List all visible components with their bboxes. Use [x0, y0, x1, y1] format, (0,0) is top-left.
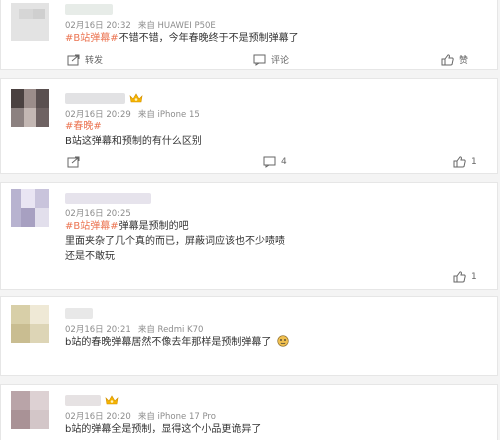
comment-text: #B站弹幕#不错不错，今年春晚终于不是预制弹幕了	[65, 31, 299, 46]
like-count: 1	[471, 272, 477, 282]
comment-body: 不错不错，今年春晚终于不是预制弹幕了	[118, 33, 299, 44]
like-button[interactable]: 1	[453, 156, 477, 168]
comment-body: B站这弹幕和预制的有什么区别	[65, 136, 202, 147]
comment-body: 弹幕是预制的吧	[118, 221, 189, 232]
crown-badge-icon	[129, 93, 143, 103]
username-blurred[interactable]	[65, 4, 113, 15]
topic-tag[interactable]: #春晚#	[65, 119, 102, 134]
like-button[interactable]: 赞	[441, 53, 468, 66]
username-blurred[interactable]	[65, 308, 93, 319]
avatar[interactable]	[11, 391, 49, 429]
comment-button[interactable]: 4	[263, 156, 287, 168]
reply-count: 4	[281, 157, 287, 167]
comment-body: b站的春晚弹幕居然不像去年那样是预制弹幕了	[65, 337, 272, 348]
comment-card: 02月16日 20:29 来自 iPhone 15 #春晚# B站这弹幕和预制的有…	[0, 78, 498, 174]
forward-button[interactable]: 转发	[67, 53, 103, 66]
like-count: 1	[471, 157, 477, 167]
comment-body-line: 里面夹杂了几个真的而已，屏蔽词应该也不少啧啧	[65, 236, 285, 247]
like-label: 赞	[459, 56, 469, 66]
comment-card: 02月16日 20:25 #B站弹幕#弹幕是预制的吧 里面夹杂了几个真的而已，屏…	[0, 182, 498, 290]
thumbs-up-icon	[441, 53, 454, 65]
thumbs-up-icon	[453, 156, 466, 168]
comment-device: 来自 Redmi K70	[137, 325, 204, 335]
comment-body-line: 还是不敢玩	[65, 251, 115, 262]
username-blurred[interactable]	[65, 395, 101, 406]
comment-card: 02月16日 20:21 来自 Redmi K70 b站的春晚弹幕居然不像去年那样…	[0, 296, 498, 376]
comment-icon	[263, 156, 276, 168]
avatar[interactable]	[11, 189, 49, 227]
comment-date: 02月16日 20:20	[65, 412, 131, 422]
avatar[interactable]	[11, 305, 49, 343]
comment-meta: 02月16日 20:21 来自 Redmi K70	[65, 323, 203, 335]
forward-icon	[67, 54, 80, 65]
comment-text: #B站弹幕#弹幕是预制的吧	[65, 219, 189, 234]
username-blurred[interactable]	[65, 93, 125, 104]
comment-button[interactable]: 评论	[253, 53, 289, 66]
comment-body: b站的弹幕全是预制，显得这个小品更诡异了	[65, 424, 262, 435]
username-blurred[interactable]	[65, 193, 151, 204]
avatar[interactable]	[11, 89, 49, 127]
forward-icon	[67, 156, 80, 168]
comment-card: 02月16日 20:20 来自 iPhone 17 Pro b站的弹幕全是预制，显…	[0, 384, 498, 440]
comment-card: 02月16日 20:32 来自 HUAWEI P50E #B站弹幕#不错不错，今年…	[0, 0, 498, 70]
crown-badge-icon	[105, 395, 119, 405]
comment-text: b站的春晚弹幕居然不像去年那样是预制弹幕了	[65, 335, 289, 350]
comment-date: 02月16日 20:32	[65, 21, 131, 31]
comment-meta: 02月16日 20:20 来自 iPhone 17 Pro	[65, 410, 216, 422]
like-button[interactable]: 1	[453, 271, 477, 283]
comment-meta: 02月16日 20:32 来自 HUAWEI P50E	[65, 19, 216, 31]
topic-tag[interactable]: #B站弹幕#	[65, 221, 119, 232]
comment-device: 来自 iPhone 15	[137, 110, 200, 120]
comment-device: 来自 HUAWEI P50E	[137, 21, 216, 31]
comment-meta: 02月16日 20:25	[65, 207, 131, 219]
comment-date: 02月16日 20:21	[65, 325, 131, 335]
topic-tag[interactable]: #B站弹幕#	[65, 33, 119, 44]
forward-label: 转发	[85, 56, 104, 66]
comment-device: 来自 iPhone 17 Pro	[137, 412, 216, 422]
avatar[interactable]	[11, 3, 49, 41]
thumbs-up-icon	[453, 271, 466, 283]
comment-feed: 02月16日 20:32 来自 HUAWEI P50E #B站弹幕#不错不错，今年…	[0, 0, 500, 440]
emoji-icon	[276, 335, 289, 347]
comment-icon	[253, 54, 266, 66]
forward-button[interactable]	[67, 156, 85, 168]
comment-date: 02月16日 20:25	[65, 209, 131, 219]
comment-label: 评论	[271, 56, 290, 66]
